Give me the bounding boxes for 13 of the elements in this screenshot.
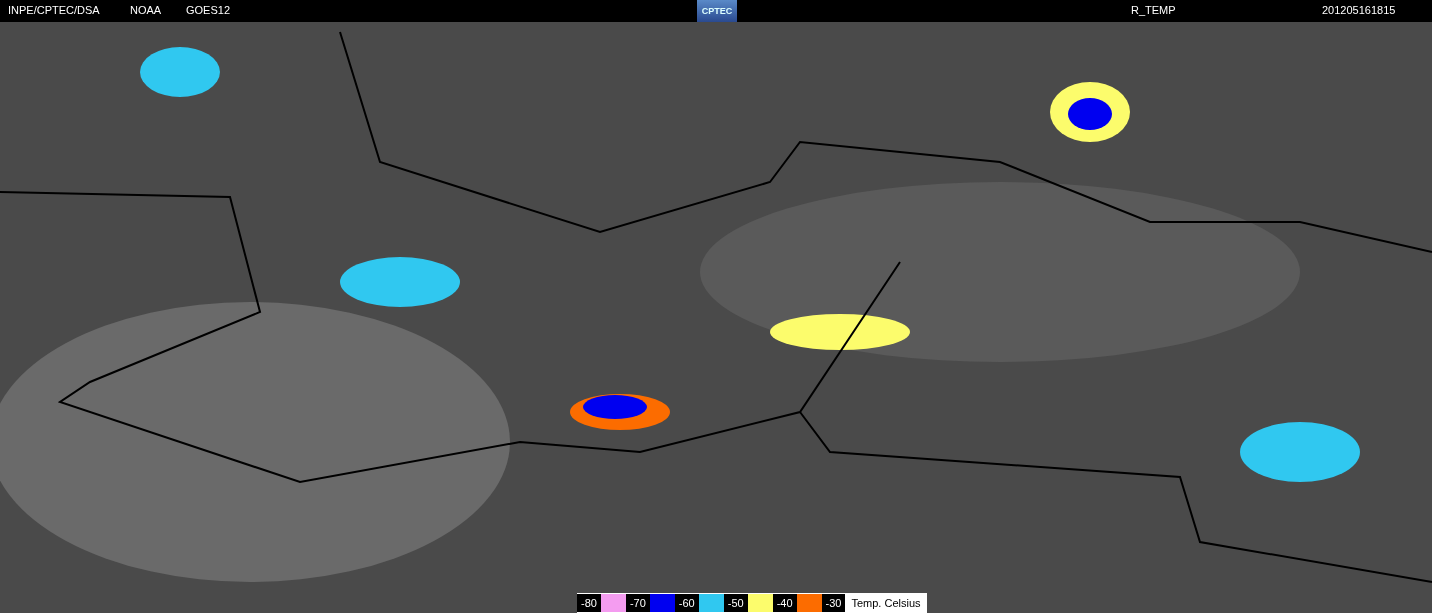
legend-value: -80 [577,594,601,612]
legend-unit: Temp. Celsius [851,597,921,609]
agency-label: NOAA [130,4,162,16]
legend-value: -70 [625,594,650,612]
legend-value: -40 [772,594,797,612]
legend-value: -60 [674,594,699,612]
legend-value: -30 [821,594,846,612]
logo: CPTEC [697,0,737,22]
timestamp-label: 201205161815 [1322,4,1396,16]
source-label: INPE/CPTEC/DSA [8,4,100,16]
legend-value: -50 [723,594,748,612]
satellite-label: GOES12 [186,4,231,16]
product-label: R_TEMP [1131,4,1176,16]
